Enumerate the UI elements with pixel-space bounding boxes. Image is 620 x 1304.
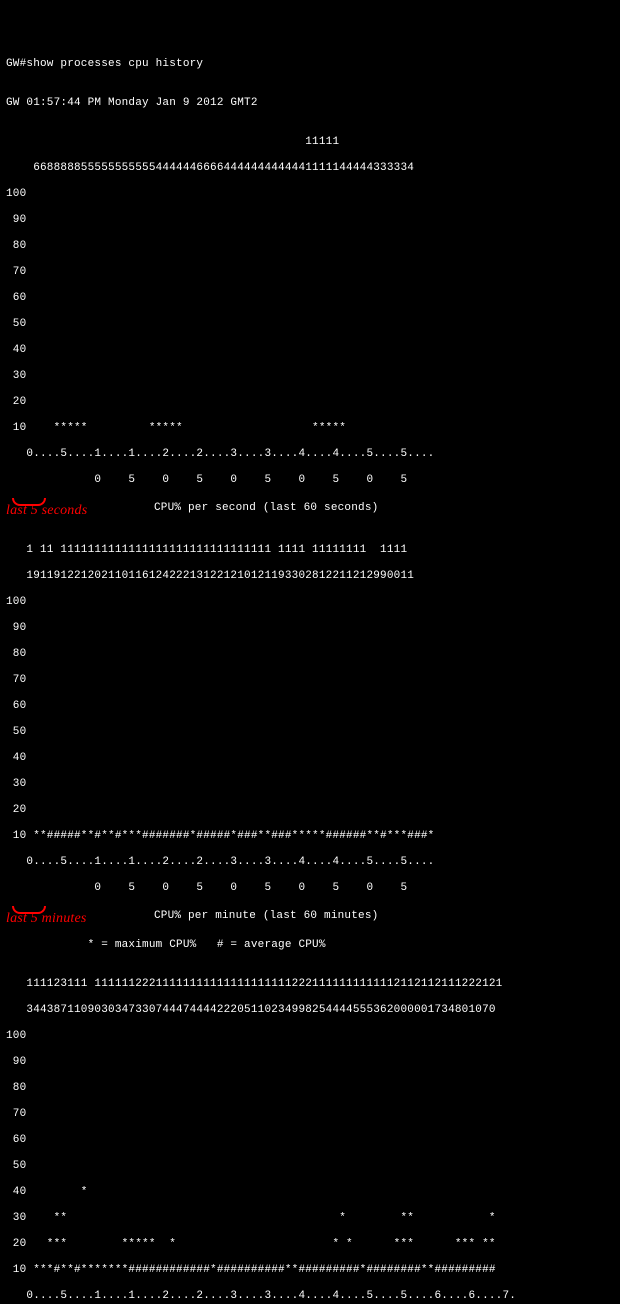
y-axis-30: 30: [6, 778, 614, 791]
y-axis-80: 80: [6, 648, 614, 661]
x-axis-major: 0....5....1....1....2....2....3....3....…: [6, 856, 614, 869]
y-axis-60: 60: [6, 1134, 614, 1147]
min-legend: * = maximum CPU% # = average CPU%: [6, 939, 614, 952]
sec-label-row: last 5 seconds CPU% per second (last 60 …: [6, 500, 614, 518]
y-axis-50: 50: [6, 726, 614, 739]
y-axis-60: 60: [6, 292, 614, 305]
y-axis-80: 80: [6, 1082, 614, 1095]
timestamp: GW 01:57:44 PM Monday Jan 9 2012 GMT2: [6, 97, 614, 110]
sec-data-row: 11111: [6, 136, 614, 149]
hr-row-10: 10 ***#**#*******############*##########…: [6, 1264, 614, 1277]
x-axis-major: 0....5....1....1....2....2....3....3....…: [6, 448, 614, 461]
min-row-10: 10 **#####**#**#***#######*#####*###**##…: [6, 830, 614, 843]
min-data-row: 1 11 1111111111111111111111111111111 111…: [6, 544, 614, 557]
y-axis-70: 70: [6, 674, 614, 687]
min-label-row: last 5 minutes CPU% per minute (last 60 …: [6, 908, 614, 926]
hr-row-30: 30 ** * ** *: [6, 1212, 614, 1225]
hr-row-40: 40 *: [6, 1186, 614, 1199]
hr-data-row: 3443871109030347330744474444222051102349…: [6, 1004, 614, 1017]
y-axis-50: 50: [6, 1160, 614, 1173]
y-axis-100: 100: [6, 596, 614, 609]
y-axis-30: 30: [6, 370, 614, 383]
x-axis-minor: 0 5 0 5 0 5 0 5 0 5: [6, 882, 614, 895]
x-axis-major: 0....5....1....1....2....2....3....3....…: [6, 1290, 614, 1303]
sec-data-row: 6688888555555555554444446666444444444444…: [6, 162, 614, 175]
min-chart-title: CPU% per minute (last 60 minutes): [154, 910, 378, 923]
y-axis-100: 100: [6, 1030, 614, 1043]
hr-row-20: 20 *** ***** * * * *** *** **: [6, 1238, 614, 1251]
y-axis-40: 40: [6, 344, 614, 357]
y-axis-60: 60: [6, 700, 614, 713]
min-data-row: 1911912212021101161242221312212101211933…: [6, 570, 614, 583]
y-axis-90: 90: [6, 1056, 614, 1069]
y-axis-20: 20: [6, 396, 614, 409]
y-axis-80: 80: [6, 240, 614, 253]
command-prompt: GW#show processes cpu history: [6, 58, 614, 71]
x-axis-minor: 0 5 0 5 0 5 0 5 0 5: [6, 474, 614, 487]
y-axis-20: 20: [6, 804, 614, 817]
min-annotation: last 5 minutes: [6, 912, 87, 925]
sec-annotation: last 5 seconds: [6, 504, 87, 517]
sec-chart-title: CPU% per second (last 60 seconds): [154, 502, 378, 515]
hr-data-row: 111123111 111111222111111111111111111112…: [6, 978, 614, 991]
y-axis-70: 70: [6, 1108, 614, 1121]
y-axis-70: 70: [6, 266, 614, 279]
y-axis-100: 100: [6, 188, 614, 201]
sec-row-10: 10 ***** ***** *****: [6, 422, 614, 435]
y-axis-90: 90: [6, 622, 614, 635]
y-axis-90: 90: [6, 214, 614, 227]
y-axis-40: 40: [6, 752, 614, 765]
y-axis-50: 50: [6, 318, 614, 331]
